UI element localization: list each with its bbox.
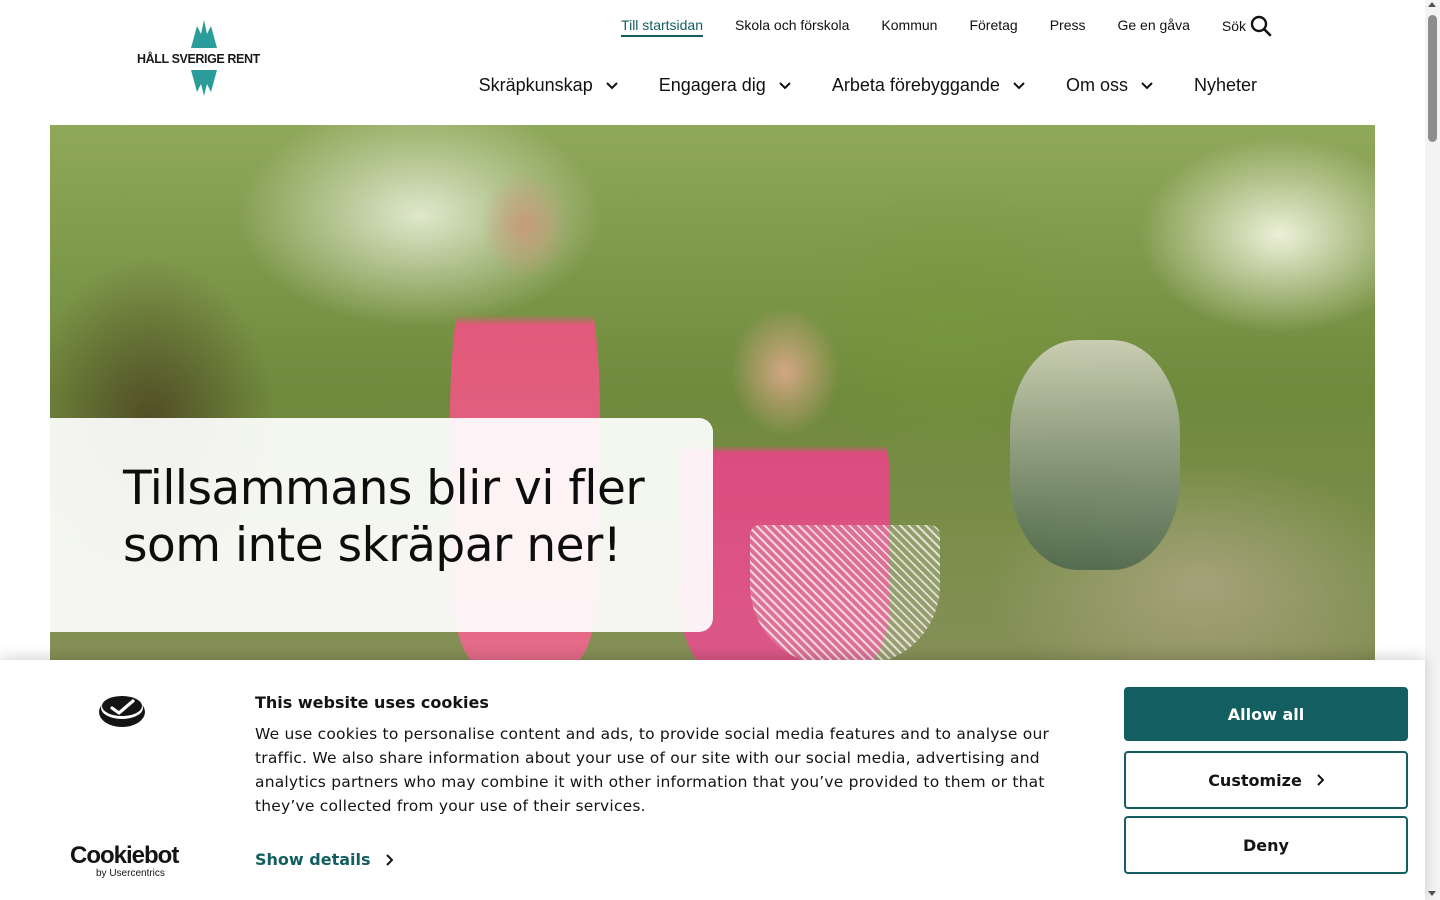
cookie-banner: Cookiebot by Usercentrics This website u…: [0, 660, 1425, 900]
chevron-down-icon: [779, 81, 791, 89]
cookie-title: This website uses cookies: [255, 693, 489, 712]
nav-item-arbeta-forebyggande[interactable]: Arbeta förebyggande: [832, 75, 1026, 96]
cookiebot-brand-by: by Usercentrics: [96, 868, 165, 879]
allow-all-button[interactable]: Allow all: [1124, 687, 1408, 741]
hero-card: Tillsammans blir vi fler som inte skräpa…: [50, 418, 713, 632]
hero-image-net: [750, 525, 940, 665]
nav-item-label: Nyheter: [1193, 75, 1257, 95]
scroll-down-arrow-icon[interactable]: [1428, 891, 1436, 896]
main-nav: Skräpkunskap Engagera dig Arbeta förebyg…: [479, 75, 1257, 96]
customize-button[interactable]: Customize: [1124, 751, 1408, 809]
site-logo[interactable]: HÅLL SVERIGE RENT: [137, 20, 273, 96]
nav-link-startsidan[interactable]: Till startsidan: [621, 15, 703, 37]
nav-link-press[interactable]: Press: [1050, 15, 1086, 37]
nav-item-label: Om oss: [1065, 75, 1128, 95]
nav-item-nyheter[interactable]: Nyheter: [1194, 75, 1257, 96]
nav-item-label: Engagera dig: [658, 75, 766, 95]
show-details-label: Show details: [255, 850, 371, 869]
deny-button[interactable]: Deny: [1124, 816, 1408, 874]
cookie-description: We use cookies to personalise content an…: [255, 725, 1050, 815]
nav-item-om-oss[interactable]: Om oss: [1066, 75, 1154, 96]
hero-title: Tillsammans blir vi fler som inte skräpa…: [123, 461, 645, 573]
scroll-up-arrow-icon[interactable]: [1428, 2, 1436, 7]
nav-item-label: Skräpkunskap: [478, 75, 593, 95]
cookiebot-logo-icon: [99, 696, 145, 727]
nav-item-label: Arbeta förebyggande: [831, 75, 1000, 95]
site-header: HÅLL SVERIGE RENT Till startsidan Skola …: [0, 0, 1425, 125]
chevron-right-icon: [1317, 774, 1324, 786]
scroll-thumb[interactable]: [1428, 15, 1437, 142]
nav-link-ge-en-gava[interactable]: Ge en gåva: [1117, 15, 1189, 37]
chevron-right-icon: [385, 853, 393, 866]
chevron-down-icon: [1013, 81, 1025, 89]
chevron-down-icon: [1141, 81, 1153, 89]
nav-item-skrapkunskap[interactable]: Skräpkunskap: [479, 75, 619, 96]
nav-item-engagera-dig[interactable]: Engagera dig: [659, 75, 792, 96]
page-scrollbar[interactable]: [1425, 0, 1440, 900]
show-details-link[interactable]: Show details: [255, 850, 393, 869]
search-icon: [1250, 15, 1272, 37]
hero-image-people-back: [1010, 340, 1180, 570]
nav-link-foretag[interactable]: Företag: [969, 15, 1017, 37]
search-label: Sök: [1221, 18, 1246, 34]
cookiebot-brand: Cookiebot: [70, 842, 179, 869]
customize-label: Customize: [1208, 770, 1302, 790]
cookiebot-logo[interactable]: Cookiebot by Usercentrics: [70, 844, 180, 880]
logo-text: HÅLL SVERIGE RENT: [137, 52, 260, 66]
nav-link-skola[interactable]: Skola och förskola: [735, 15, 849, 37]
utility-nav: Till startsidan Skola och förskola Kommu…: [621, 15, 1272, 37]
search-button[interactable]: Sök: [1222, 15, 1272, 37]
chevron-down-icon: [606, 81, 618, 89]
nav-link-kommun[interactable]: Kommun: [881, 15, 937, 37]
